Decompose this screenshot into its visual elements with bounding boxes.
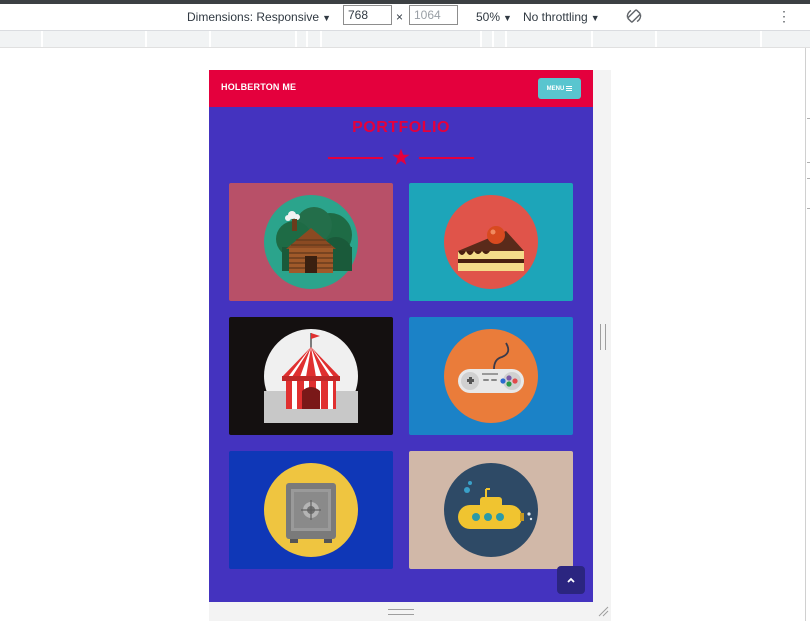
media-query-ruler (0, 31, 810, 48)
dimensions-dropdown[interactable]: Dimensions: Responsive ▼ (187, 10, 331, 24)
portfolio-item-safe[interactable] (229, 451, 393, 569)
cabin-icon (264, 195, 358, 289)
kebab-menu-icon[interactable]: ⋮ (777, 8, 791, 25)
portfolio-item-controller[interactable] (409, 317, 573, 435)
site-brand[interactable]: HOLBERTON ME (221, 82, 296, 92)
height-input[interactable]: 1064 (409, 5, 458, 25)
throttling-dropdown[interactable]: No throttling ▼ (523, 10, 600, 24)
times-sign: × (396, 10, 404, 24)
menu-label: MENU (546, 85, 565, 92)
throttling-label: No throttling (523, 10, 588, 24)
circus-tent-icon (264, 329, 358, 423)
dimensions-label: Dimensions: Responsive (187, 10, 320, 24)
divider-line-left (328, 157, 383, 159)
rotate-icon[interactable] (625, 7, 643, 25)
star-icon (392, 148, 410, 165)
safe-icon (264, 463, 358, 557)
back-to-top-button[interactable] (557, 566, 585, 594)
portfolio-item-cabin[interactable] (229, 183, 393, 301)
horizontal-resize-handle[interactable] (600, 324, 606, 350)
menu-button[interactable]: MENU (538, 78, 581, 99)
portfolio-item-submarine[interactable] (409, 451, 573, 569)
dropdown-arrow-icon: ▼ (590, 13, 600, 23)
site-navbar: HOLBERTON ME MENU (209, 70, 593, 107)
game-controller-icon (444, 329, 538, 423)
width-input[interactable]: 768 (343, 5, 392, 25)
submarine-icon (444, 463, 538, 557)
zoom-label: 50% (476, 10, 501, 24)
zoom-dropdown[interactable]: 50% ▼ (476, 10, 512, 24)
emulated-page: HOLBERTON ME MENU PORTFOLIO (209, 70, 593, 602)
vertical-resize-handle[interactable] (388, 609, 414, 615)
dropdown-arrow-icon: ▼ (322, 13, 331, 23)
hamburger-icon (566, 86, 573, 91)
dropdown-arrow-icon: ▼ (503, 13, 512, 23)
chevron-up-icon (567, 577, 575, 583)
section-title: PORTFOLIO (352, 119, 450, 136)
portfolio-item-circus[interactable] (229, 317, 393, 435)
cake-icon (444, 195, 538, 289)
divider-line-right (419, 157, 474, 159)
portfolio-item-cake[interactable] (409, 183, 573, 301)
corner-resize-handle[interactable] (597, 605, 609, 617)
device-toolbar: Dimensions: Responsive ▼ 768 × 1064 50% ▼ … (0, 4, 810, 31)
devtools-panel-edge (805, 48, 810, 621)
